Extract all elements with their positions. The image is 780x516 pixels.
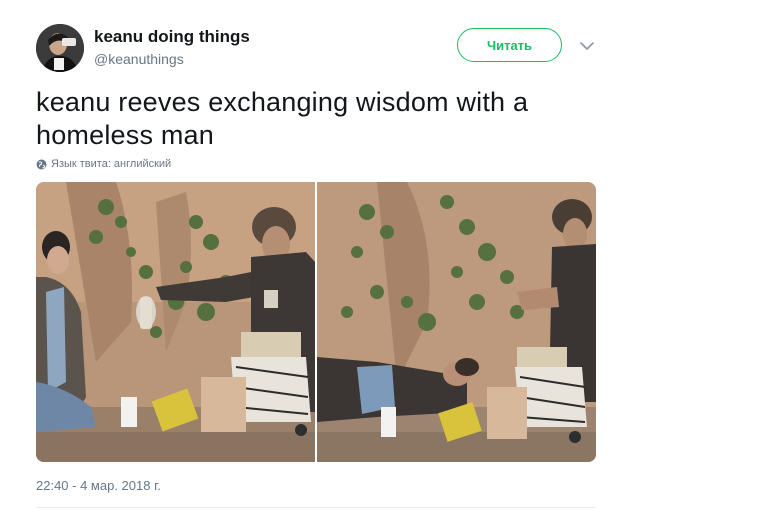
chevron-down-icon (580, 41, 594, 50)
avatar-icon (36, 24, 84, 72)
photo-2[interactable] (317, 182, 596, 462)
tweet-language: Язык твита: английский (36, 156, 171, 172)
media-gallery[interactable] (36, 182, 596, 462)
avatar[interactable] (36, 24, 84, 72)
photo-1[interactable] (36, 182, 315, 462)
divider (36, 507, 596, 508)
language-label: Язык твита: английский (51, 158, 172, 170)
tweet-card: keanu doing things @keanuthings Читать k… (0, 0, 780, 516)
display-name[interactable]: keanu doing things (94, 27, 250, 47)
follow-button[interactable]: Читать (457, 28, 562, 62)
user-handle[interactable]: @keanuthings (94, 51, 184, 67)
tweet-text: keanu reeves exchanging wisdom with a ho… (36, 87, 529, 150)
photo-image (36, 182, 315, 462)
more-menu-button[interactable] (578, 38, 596, 54)
photo-image (317, 182, 596, 462)
globe-icon (36, 159, 47, 169)
tweet-timestamp[interactable]: 22:40 - 4 мар. 2018 г. (36, 478, 161, 493)
